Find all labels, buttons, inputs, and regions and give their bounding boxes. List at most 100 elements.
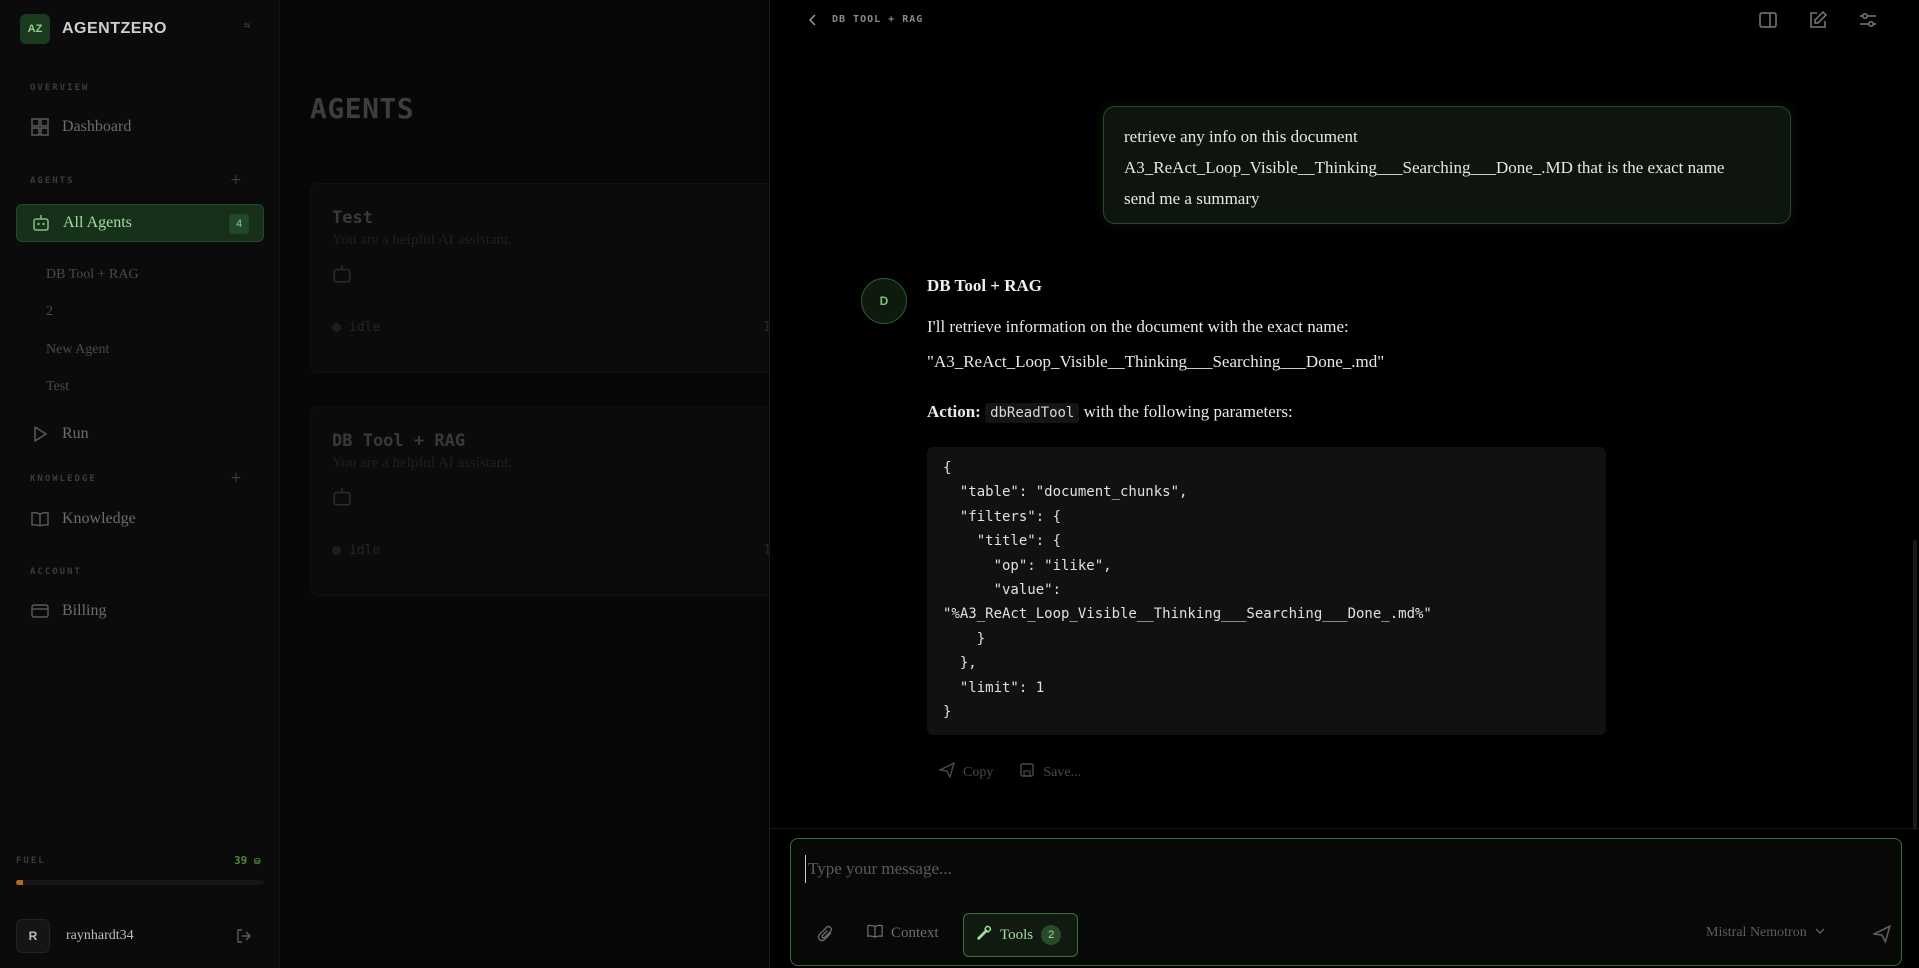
bot-icon — [332, 487, 352, 507]
message-input[interactable] — [805, 855, 1885, 883]
user-message-line: retrieve any info on this document — [1124, 127, 1358, 146]
code-line: "title": { — [943, 533, 1062, 550]
user-message: retrieve any info on this document A3_Re… — [1103, 106, 1791, 224]
nav-billing[interactable]: Billing — [16, 592, 264, 630]
code-block: { "table": "document_chunks", "filters":… — [927, 447, 1606, 735]
code-line: "value": — [943, 582, 1062, 599]
agent-card-description: You are a helpful AI assistant. — [332, 232, 513, 248]
user-message-line: A3_ReAct_Loop_Visible__Thinking___Search… — [1124, 158, 1725, 177]
logout-icon[interactable] — [236, 928, 252, 944]
save-button[interactable]: Save... — [1019, 762, 1081, 783]
send-icon[interactable] — [1871, 924, 1892, 945]
fuel-bar — [16, 880, 264, 885]
add-knowledge-icon[interactable]: + — [230, 470, 242, 486]
fuel-value: 39 ⛁ — [234, 854, 261, 867]
sidebar-panel-icon[interactable] — [1758, 10, 1778, 30]
scrollbar[interactable] — [1913, 540, 1917, 830]
username: raynhardt34 — [66, 928, 134, 943]
agent-list-item[interactable]: 2 — [46, 304, 53, 320]
copy-button[interactable]: Copy — [937, 761, 994, 783]
sidebar: AZ AGENTZERO ⇆ OVERVIEW Dashboard AGENTS… — [0, 0, 280, 968]
nav-all-agents-label: All Agents — [63, 214, 132, 231]
agent-card-status-label: idle — [349, 320, 381, 335]
message-actions: Copy Save... — [937, 761, 1081, 783]
status-dot-icon — [332, 546, 341, 555]
user-message-line: send me a summary — [1124, 189, 1260, 208]
code-line: } — [943, 704, 952, 721]
agent-list-item[interactable]: Test — [46, 379, 69, 395]
nav-dashboard-label: Dashboard — [62, 118, 132, 135]
section-label-agents: AGENTS — [30, 176, 75, 186]
chat-title: DB TOOL + RAG — [832, 14, 924, 25]
action-tool-code: dbReadTool — [985, 403, 1080, 423]
nav-all-agents[interactable]: All Agents 4 — [16, 204, 264, 242]
agent-card-title: Test — [332, 208, 373, 228]
code-line: "filters": { — [943, 508, 1062, 525]
credit-card-icon — [30, 601, 50, 621]
dashboard-icon — [30, 117, 50, 137]
nav-run[interactable]: Run — [16, 415, 264, 453]
back-icon[interactable] — [805, 12, 821, 28]
book-icon — [867, 923, 883, 944]
fuel-unit-icon: ⛁ — [253, 857, 261, 866]
code-line: { — [943, 460, 952, 476]
settings-sliders-icon[interactable] — [1858, 10, 1878, 30]
agents-count-badge: 4 — [229, 214, 249, 234]
agent-card-status: idle — [332, 543, 380, 558]
brand-logo: AZ — [20, 14, 50, 44]
fuel-label: FUEL — [16, 856, 46, 866]
agent-name: DB Tool + RAG — [927, 276, 1043, 295]
agent-card[interactable]: Test You are a helpful AI assistant. idl… — [310, 183, 769, 373]
code-line: "limit": 1 — [943, 679, 1045, 696]
nav-knowledge[interactable]: Knowledge — [16, 500, 264, 538]
action-rest: with the following parameters: — [1083, 402, 1293, 421]
add-agent-icon[interactable]: + — [230, 172, 242, 188]
model-select[interactable]: Mistral Nemotron — [1706, 925, 1825, 941]
context-button[interactable]: Context — [867, 923, 939, 944]
section-label-account: ACCOUNT — [30, 567, 82, 577]
collapse-sidebar-button[interactable]: ⇆ — [244, 20, 260, 36]
agents-page: AGENTS Test You are a helpful AI assista… — [281, 0, 769, 968]
save-icon — [1019, 762, 1035, 783]
tools-count-badge: 2 — [1041, 925, 1062, 945]
wrench-icon — [976, 925, 992, 946]
agent-message-line: "A3_ReAct_Loop_Visible__Thinking___Searc… — [927, 352, 1385, 371]
brand-name: AGENTZERO — [62, 20, 167, 37]
chevron-down-icon — [1815, 925, 1825, 941]
send-icon — [937, 761, 956, 783]
message-composer: Context Tools 2 Mistral Nemotron — [790, 838, 1902, 966]
book-icon — [30, 509, 50, 529]
paperclip-icon[interactable] — [817, 925, 835, 943]
code-line: "table": "document_chunks", — [943, 484, 1188, 501]
agent-list-item[interactable]: New Agent — [46, 342, 109, 358]
user-profile[interactable]: R raynhardt34 — [16, 918, 264, 954]
code-line: }, — [943, 655, 977, 672]
code-line: "op": "ilike", — [943, 557, 1112, 574]
nav-run-label: Run — [62, 425, 89, 442]
agent-card-title: DB Tool + RAG — [332, 431, 466, 451]
bot-icon — [31, 213, 51, 233]
page-title: AGENTS — [310, 92, 415, 125]
section-label-knowledge: KNOWLEDGE — [30, 474, 97, 484]
agent-list-item[interactable]: DB Tool + RAG — [46, 267, 139, 283]
agent-message-line: I'll retrieve information on the documen… — [927, 317, 1349, 336]
agent-card[interactable]: DB Tool + RAG You are a helpful AI assis… — [310, 406, 769, 596]
context-label: Context — [891, 925, 939, 941]
tools-label: Tools — [1000, 926, 1034, 943]
model-select-label: Mistral Nemotron — [1706, 925, 1807, 940]
chat-panel: DB TOOL + RAG retrieve any info on this … — [769, 0, 1919, 968]
tools-button[interactable]: Tools 2 — [963, 913, 1078, 957]
fuel-amount: 39 — [234, 854, 248, 867]
code-line: } — [943, 630, 986, 647]
brand[interactable]: AZ AGENTZERO — [20, 14, 167, 44]
avatar: R — [16, 919, 50, 953]
save-label: Save... — [1043, 764, 1082, 780]
copy-label: Copy — [963, 764, 994, 780]
edit-icon[interactable] — [1808, 10, 1828, 30]
section-label-overview: OVERVIEW — [30, 83, 90, 93]
nav-billing-label: Billing — [62, 602, 107, 619]
nav-dashboard[interactable]: Dashboard — [16, 108, 264, 146]
status-dot-icon — [332, 323, 341, 332]
bot-icon — [332, 264, 352, 284]
agent-action-line: Action: dbReadTool with the following pa… — [927, 402, 1293, 423]
